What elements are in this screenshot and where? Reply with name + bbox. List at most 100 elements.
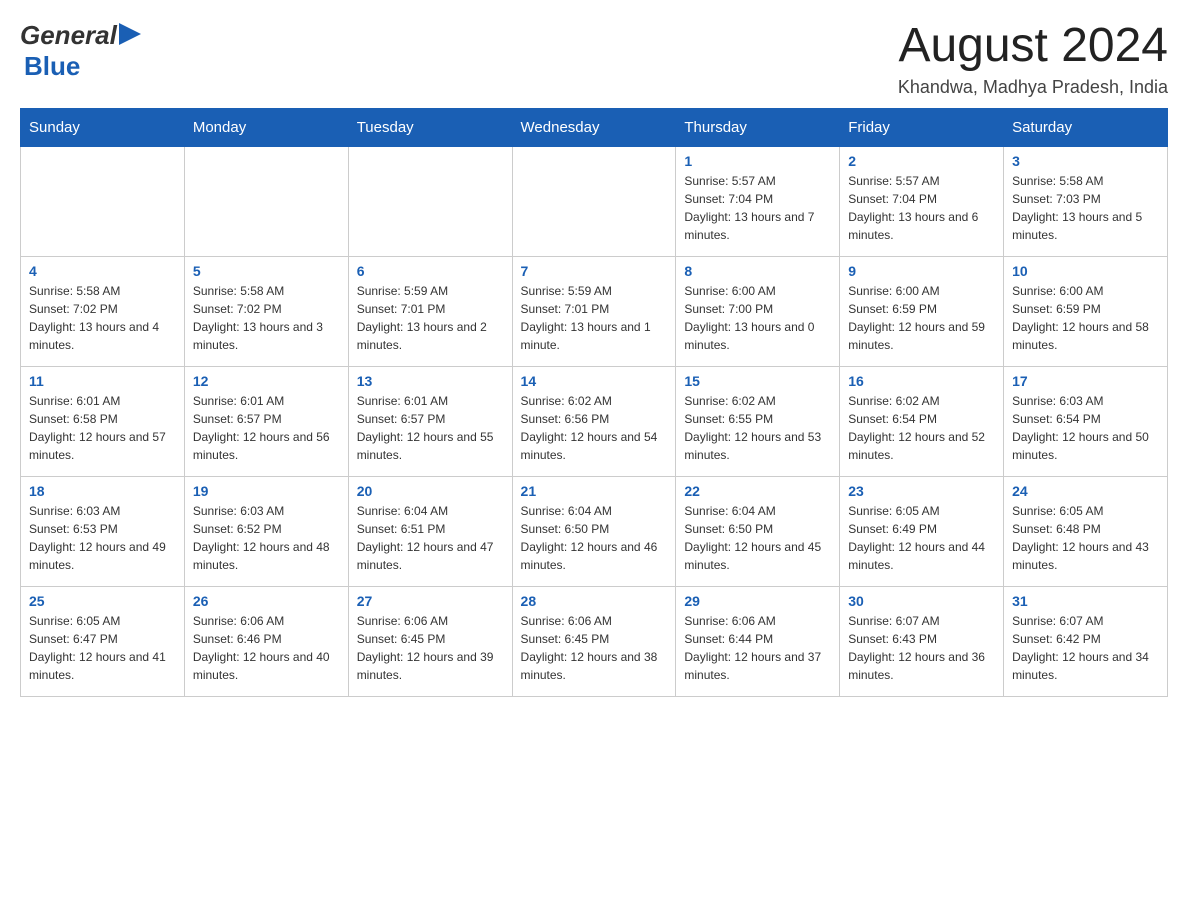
day-number: 10	[1012, 263, 1159, 279]
day-info: Sunrise: 6:01 AM Sunset: 6:57 PM Dayligh…	[193, 392, 340, 464]
day-info: Sunrise: 6:06 AM Sunset: 6:45 PM Dayligh…	[357, 612, 504, 684]
table-row: 1Sunrise: 5:57 AM Sunset: 7:04 PM Daylig…	[676, 146, 840, 256]
day-number: 24	[1012, 483, 1159, 499]
calendar-header-row: Sunday Monday Tuesday Wednesday Thursday…	[21, 108, 1168, 146]
table-row: 5 Sunrise: 5:58 AM Sunset: 7:02 PM Daylig…	[184, 256, 348, 366]
table-row: 8Sunrise: 6:00 AM Sunset: 7:00 PM Daylig…	[676, 256, 840, 366]
col-wednesday: Wednesday	[512, 108, 676, 146]
day-info: Sunrise: 6:00 AM Sunset: 6:59 PM Dayligh…	[848, 282, 995, 354]
day-info: Sunrise: 6:03 AM Sunset: 6:52 PM Dayligh…	[193, 502, 340, 574]
day-number: 14	[521, 373, 668, 389]
table-row: 15 Sunrise: 6:02 AM Sunset: 6:55 PM Dayli…	[676, 366, 840, 476]
day-info: Sunrise: 5:57 AM Sunset: 7:04 PM Dayligh…	[684, 172, 831, 244]
day-number: 28	[521, 593, 668, 609]
table-row: 23Sunrise: 6:05 AM Sunset: 6:49 PM Dayli…	[840, 476, 1004, 586]
table-row: 31 Sunrise: 6:07 AM Sunset: 6:42 PM Dayli…	[1004, 586, 1168, 696]
table-row: 29 Sunrise: 6:06 AM Sunset: 6:44 PM Dayli…	[676, 586, 840, 696]
calendar-week-row: 1Sunrise: 5:57 AM Sunset: 7:04 PM Daylig…	[21, 146, 1168, 256]
day-number: 30	[848, 593, 995, 609]
day-number: 29	[684, 593, 831, 609]
day-info: Sunrise: 6:04 AM Sunset: 6:50 PM Dayligh…	[521, 502, 668, 574]
day-info: Sunrise: 6:05 AM Sunset: 6:47 PM Dayligh…	[29, 612, 176, 684]
day-number: 4	[29, 263, 176, 279]
calendar-table: Sunday Monday Tuesday Wednesday Thursday…	[20, 108, 1168, 697]
day-info: Sunrise: 5:59 AM Sunset: 7:01 PM Dayligh…	[357, 282, 504, 354]
day-number: 20	[357, 483, 504, 499]
logo-general-text: General	[20, 20, 117, 51]
day-info: Sunrise: 6:05 AM Sunset: 6:49 PM Dayligh…	[848, 502, 995, 574]
day-info: Sunrise: 6:02 AM Sunset: 6:55 PM Dayligh…	[684, 392, 831, 464]
day-number: 31	[1012, 593, 1159, 609]
day-number: 5	[193, 263, 340, 279]
title-section: August 2024 Khandwa, Madhya Pradesh, Ind…	[898, 20, 1168, 98]
table-row	[512, 146, 676, 256]
day-info: Sunrise: 6:06 AM Sunset: 6:45 PM Dayligh…	[521, 612, 668, 684]
day-number: 27	[357, 593, 504, 609]
day-number: 16	[848, 373, 995, 389]
logo-blue-text: Blue	[24, 51, 80, 81]
table-row: 9 Sunrise: 6:00 AM Sunset: 6:59 PM Daylig…	[840, 256, 1004, 366]
table-row: 27 Sunrise: 6:06 AM Sunset: 6:45 PM Dayli…	[348, 586, 512, 696]
col-monday: Monday	[184, 108, 348, 146]
day-number: 12	[193, 373, 340, 389]
table-row: 10 Sunrise: 6:00 AM Sunset: 6:59 PM Dayli…	[1004, 256, 1168, 366]
table-row: 24Sunrise: 6:05 AM Sunset: 6:48 PM Dayli…	[1004, 476, 1168, 586]
day-number: 25	[29, 593, 176, 609]
day-info: Sunrise: 6:07 AM Sunset: 6:42 PM Dayligh…	[1012, 612, 1159, 684]
day-info: Sunrise: 6:02 AM Sunset: 6:54 PM Dayligh…	[848, 392, 995, 464]
table-row: 6 Sunrise: 5:59 AM Sunset: 7:01 PM Daylig…	[348, 256, 512, 366]
day-number: 7	[521, 263, 668, 279]
day-info: Sunrise: 6:04 AM Sunset: 6:51 PM Dayligh…	[357, 502, 504, 574]
day-info: Sunrise: 6:07 AM Sunset: 6:43 PM Dayligh…	[848, 612, 995, 684]
col-tuesday: Tuesday	[348, 108, 512, 146]
day-info: Sunrise: 6:06 AM Sunset: 6:46 PM Dayligh…	[193, 612, 340, 684]
day-info: Sunrise: 5:58 AM Sunset: 7:02 PM Dayligh…	[193, 282, 340, 354]
day-info: Sunrise: 6:00 AM Sunset: 6:59 PM Dayligh…	[1012, 282, 1159, 354]
table-row: 4 Sunrise: 5:58 AM Sunset: 7:02 PM Daylig…	[21, 256, 185, 366]
day-number: 3	[1012, 153, 1159, 169]
logo-triangle-icon	[119, 23, 141, 45]
day-number: 11	[29, 373, 176, 389]
table-row	[21, 146, 185, 256]
table-row: 28 Sunrise: 6:06 AM Sunset: 6:45 PM Dayli…	[512, 586, 676, 696]
day-number: 8	[684, 263, 831, 279]
day-info: Sunrise: 6:02 AM Sunset: 6:56 PM Dayligh…	[521, 392, 668, 464]
calendar-week-row: 18 Sunrise: 6:03 AM Sunset: 6:53 PM Dayli…	[21, 476, 1168, 586]
table-row: 16 Sunrise: 6:02 AM Sunset: 6:54 PM Dayli…	[840, 366, 1004, 476]
table-row: 7Sunrise: 5:59 AM Sunset: 7:01 PM Daylig…	[512, 256, 676, 366]
col-saturday: Saturday	[1004, 108, 1168, 146]
table-row: 13 Sunrise: 6:01 AM Sunset: 6:57 PM Dayli…	[348, 366, 512, 476]
day-number: 19	[193, 483, 340, 499]
table-row: 18 Sunrise: 6:03 AM Sunset: 6:53 PM Dayli…	[21, 476, 185, 586]
day-info: Sunrise: 6:03 AM Sunset: 6:53 PM Dayligh…	[29, 502, 176, 574]
calendar-title: August 2024	[898, 20, 1168, 73]
col-thursday: Thursday	[676, 108, 840, 146]
day-info: Sunrise: 5:58 AM Sunset: 7:03 PM Dayligh…	[1012, 172, 1159, 244]
col-friday: Friday	[840, 108, 1004, 146]
day-number: 9	[848, 263, 995, 279]
day-number: 6	[357, 263, 504, 279]
day-info: Sunrise: 6:06 AM Sunset: 6:44 PM Dayligh…	[684, 612, 831, 684]
day-info: Sunrise: 5:58 AM Sunset: 7:02 PM Dayligh…	[29, 282, 176, 354]
day-info: Sunrise: 6:04 AM Sunset: 6:50 PM Dayligh…	[684, 502, 831, 574]
table-row	[348, 146, 512, 256]
day-number: 15	[684, 373, 831, 389]
table-row: 30 Sunrise: 6:07 AM Sunset: 6:43 PM Dayli…	[840, 586, 1004, 696]
day-number: 18	[29, 483, 176, 499]
table-row: 3 Sunrise: 5:58 AM Sunset: 7:03 PM Daylig…	[1004, 146, 1168, 256]
page-header: General Blue August 2024 Khandwa, Madhya…	[20, 20, 1168, 98]
table-row: 25 Sunrise: 6:05 AM Sunset: 6:47 PM Dayli…	[21, 586, 185, 696]
calendar-week-row: 4 Sunrise: 5:58 AM Sunset: 7:02 PM Daylig…	[21, 256, 1168, 366]
day-number: 17	[1012, 373, 1159, 389]
day-number: 26	[193, 593, 340, 609]
day-number: 13	[357, 373, 504, 389]
calendar-week-row: 11 Sunrise: 6:01 AM Sunset: 6:58 PM Dayli…	[21, 366, 1168, 476]
day-info: Sunrise: 6:01 AM Sunset: 6:57 PM Dayligh…	[357, 392, 504, 464]
table-row: 21Sunrise: 6:04 AM Sunset: 6:50 PM Dayli…	[512, 476, 676, 586]
table-row: 14 Sunrise: 6:02 AM Sunset: 6:56 PM Dayli…	[512, 366, 676, 476]
col-sunday: Sunday	[21, 108, 185, 146]
day-info: Sunrise: 6:01 AM Sunset: 6:58 PM Dayligh…	[29, 392, 176, 464]
table-row: 12 Sunrise: 6:01 AM Sunset: 6:57 PM Dayli…	[184, 366, 348, 476]
table-row: 19 Sunrise: 6:03 AM Sunset: 6:52 PM Dayli…	[184, 476, 348, 586]
logo: General Blue	[20, 20, 141, 82]
